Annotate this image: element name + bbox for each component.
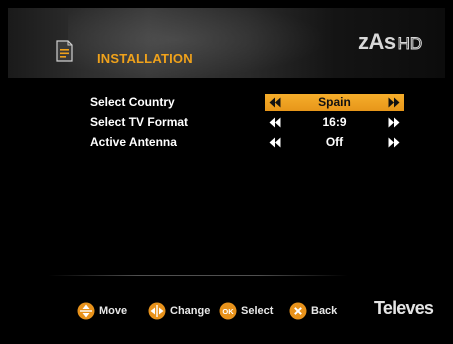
menu-row-tv-format[interactable]: Select TV Format 16:9 xyxy=(8,114,445,131)
arrow-left-icon[interactable] xyxy=(269,137,281,148)
document-icon xyxy=(56,40,73,62)
change-icon xyxy=(148,302,166,320)
menu-label: Select TV Format xyxy=(90,115,189,129)
hint-select[interactable]: OK Select xyxy=(219,301,273,321)
brand-logo: zAs HD xyxy=(358,29,423,55)
hint-label: Back xyxy=(311,305,338,317)
value-selector-country[interactable]: Spain xyxy=(265,94,404,111)
page-title: INSTALLATION xyxy=(97,51,193,66)
arrow-right-icon[interactable] xyxy=(388,117,400,128)
hint-move[interactable]: Move xyxy=(77,301,127,321)
svg-text:OK: OK xyxy=(222,307,234,316)
header-bar: INSTALLATION zAs HD xyxy=(8,8,445,78)
hint-label: Move xyxy=(99,305,128,317)
hint-back[interactable]: Back xyxy=(289,301,337,321)
ok-icon: OK xyxy=(219,302,237,320)
value-selector-tv-format[interactable]: 16:9 xyxy=(265,114,404,131)
menu-value: Spain xyxy=(318,95,351,109)
header-shine xyxy=(68,8,328,78)
menu-row-antenna[interactable]: Active Antenna Off xyxy=(8,134,445,151)
menu-row-country[interactable]: Select Country Spain xyxy=(8,94,445,111)
hint-label: Change xyxy=(170,305,211,317)
televes-logo: Televes xyxy=(374,298,434,318)
menu-label: Select Country xyxy=(90,95,175,109)
brand-name: zAs xyxy=(358,29,396,54)
key-hints-bar: Move Change OK Select Back Televes xyxy=(8,298,445,323)
hint-change[interactable]: Change xyxy=(148,301,210,321)
move-icon xyxy=(77,302,95,320)
divider xyxy=(48,275,348,276)
arrow-right-icon[interactable] xyxy=(388,97,400,108)
value-selector-antenna[interactable]: Off xyxy=(265,134,404,151)
menu-value: 16:9 xyxy=(322,115,347,129)
menu-value: Off xyxy=(325,135,344,149)
arrow-left-icon[interactable] xyxy=(269,97,281,108)
menu-label: Active Antenna xyxy=(90,135,177,149)
arrow-right-icon[interactable] xyxy=(388,137,400,148)
back-icon xyxy=(289,302,307,320)
installation-screen: INSTALLATION zAs HD Select Country Spain … xyxy=(8,8,445,336)
arrow-left-icon[interactable] xyxy=(269,117,281,128)
hint-label: Select xyxy=(241,305,274,317)
brand-hd: HD xyxy=(397,34,423,54)
